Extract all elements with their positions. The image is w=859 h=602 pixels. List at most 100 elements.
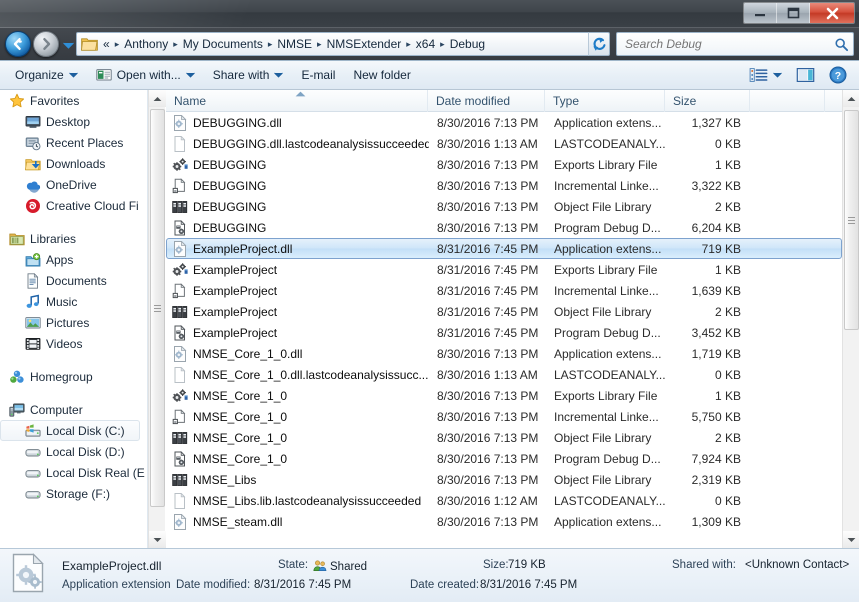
search-input[interactable] <box>617 37 829 51</box>
table-row[interactable]: DEBUGGING 8/30/2016 7:13 PM Object File Li… <box>166 196 842 217</box>
table-row[interactable]: NMSE_Core_1_0 8/30/2016 7:13 PM Program De… <box>166 448 842 469</box>
table-row[interactable]: NMSE_Core_1_0 8/30/2016 7:13 PM Object Fil… <box>166 427 842 448</box>
table-row[interactable]: DEBUGGING.dll.lastcodeanalysissucceeded 8… <box>166 133 842 154</box>
table-row[interactable]: NMSE_Core_1_0 8/30/2016 7:13 PM Incrementa… <box>166 406 842 427</box>
blank-file-icon <box>172 492 188 509</box>
table-row[interactable]: ExampleProject.dll 8/31/2016 7:45 PM Appli… <box>166 238 842 259</box>
filelist-scroll-up-button[interactable] <box>843 90 859 107</box>
cell-size: 1 KB <box>714 262 741 277</box>
forward-button[interactable] <box>33 31 59 57</box>
change-view-button[interactable] <box>744 63 787 87</box>
toolbar-share-with-button[interactable]: Share with <box>205 63 292 87</box>
table-row[interactable]: ExampleProject 8/31/2016 7:45 PM Program D… <box>166 322 842 343</box>
column-header-type[interactable]: Type <box>545 90 665 112</box>
sidebar-item-creative-cloud-fi[interactable]: Creative Cloud Fi <box>0 195 147 216</box>
table-row[interactable]: NMSE_Libs.lib.lastcodeanalysissucceeded 8… <box>166 490 842 511</box>
file-name-label: ExampleProject <box>193 283 278 298</box>
sidebar-item-downloads[interactable]: Downloads <box>0 153 147 174</box>
column-header-date-modified[interactable]: Date modified <box>428 90 545 112</box>
sidebar-group-homegroup[interactable]: Homegroup <box>0 366 147 387</box>
sidebar-item-onedrive[interactable]: OneDrive <box>0 174 147 195</box>
breadcrumb-item-[interactable]: « <box>100 33 113 55</box>
recent-pages-button[interactable] <box>62 40 74 50</box>
table-row[interactable]: NMSE_steam.dll 8/30/2016 7:13 PM Applicati… <box>166 511 842 532</box>
sidebar-item-music[interactable]: Music <box>0 291 147 312</box>
exports-library-icon <box>172 388 188 402</box>
toolbar-item-caret[interactable] <box>185 72 195 78</box>
address-bar[interactable]: «▸ Anthony ▸ My Documents ▸ NMSE ▸ NMSExtender ▸… <box>76 32 606 56</box>
sidebar-item-local-disk-real-e[interactable]: Local Disk Real (E <box>0 462 147 483</box>
sidebar-group-computer[interactable]: Computer <box>0 399 147 420</box>
table-row[interactable]: DEBUGGING 8/30/2016 7:13 PM Program Debug … <box>166 217 842 238</box>
chevron-down-icon <box>62 42 74 49</box>
documents-icon <box>25 272 41 289</box>
table-row[interactable]: DEBUGGING 8/30/2016 7:13 PM Incremental Li… <box>166 175 842 196</box>
table-row[interactable]: DEBUGGING 8/30/2016 7:13 PM Exports Librar… <box>166 154 842 175</box>
breadcrumb-item-x64[interactable]: x64 <box>413 33 438 55</box>
sidebar-item-desktop[interactable]: Desktop <box>0 111 147 132</box>
filelist-scroll-down-button[interactable] <box>843 531 859 548</box>
navpane-scrollbar[interactable] <box>148 90 166 548</box>
table-row[interactable]: ExampleProject 8/31/2016 7:45 PM Object Fi… <box>166 301 842 322</box>
close-button[interactable] <box>810 3 854 23</box>
sidebar-item-pictures[interactable]: Pictures <box>0 312 147 333</box>
sidebar-item-apps[interactable]: Apps <box>0 249 147 270</box>
apps-icon <box>25 252 41 268</box>
table-row[interactable]: NMSE_Core_1_0.dll 8/30/2016 7:13 PM Applic… <box>166 343 842 364</box>
breadcrumb-item-debug[interactable]: Debug <box>447 33 488 55</box>
sidebar-group-libraries[interactable]: Libraries <box>0 228 147 249</box>
navpane-scroll-down-button[interactable] <box>149 531 166 548</box>
breadcrumb-item-nmse[interactable]: NMSE <box>274 33 315 55</box>
filelist-scroll-thumb[interactable] <box>844 110 859 330</box>
table-row[interactable]: ExampleProject 8/31/2016 7:45 PM Exports L… <box>166 259 842 280</box>
toolbar-e-mail-button[interactable]: E-mail <box>293 63 343 87</box>
toolbar-item-caret[interactable] <box>68 72 78 78</box>
breadcrumb-item-anthony[interactable]: Anthony <box>121 33 171 55</box>
cell-date-modified: 8/30/2016 7:13 PM <box>437 115 539 130</box>
table-row[interactable]: ExampleProject 8/31/2016 7:45 PM Increment… <box>166 280 842 301</box>
cell-size: 1,309 KB <box>691 514 741 529</box>
table-row[interactable]: NMSE_Core_1_0 8/30/2016 7:13 PM Exports Li… <box>166 385 842 406</box>
breadcrumb-item-nmsextender[interactable]: NMSExtender <box>324 33 405 55</box>
toolbar-open-with-button[interactable]: Open with... <box>88 63 203 87</box>
table-row[interactable]: NMSE_Libs 8/30/2016 7:13 PM Object File Li… <box>166 469 842 490</box>
cell-name: NMSE_Core_1_0 <box>167 409 429 425</box>
help-icon <box>829 66 847 84</box>
shared-people-icon <box>313 559 327 573</box>
preview-pane-button[interactable] <box>789 63 822 87</box>
sidebar-item-videos[interactable]: Videos <box>0 333 147 354</box>
title-bar-glow <box>0 0 330 28</box>
navigation-pane: Favorites Desktop Recent Places Downloads On… <box>0 90 148 548</box>
breadcrumb-item-my-documents[interactable]: My Documents <box>180 33 266 55</box>
table-row[interactable]: NMSE_Core_1_0.dll.lastcodeanalysissucc..… <box>166 364 842 385</box>
sidebar-group-favorites[interactable]: Favorites <box>0 90 147 111</box>
help-button[interactable] <box>824 63 852 87</box>
computer-icon <box>9 403 25 417</box>
search-icon[interactable] <box>829 37 853 52</box>
search-box[interactable] <box>616 32 854 56</box>
view-dropdown-caret[interactable] <box>773 72 782 78</box>
column-header-name[interactable]: Name <box>166 90 428 112</box>
toolbar-organize-button[interactable]: Organize <box>7 63 86 87</box>
navpane-scroll-thumb[interactable] <box>150 109 165 507</box>
toolbar-new-folder-button[interactable]: New folder <box>345 63 418 87</box>
cell-size: 1 KB <box>714 388 741 403</box>
sidebar-item-storage-f[interactable]: Storage (F:) <box>0 483 147 504</box>
navpane-scroll-up-button[interactable] <box>149 90 166 107</box>
filelist-scrollbar[interactable] <box>842 90 859 548</box>
sidebar-item-documents[interactable]: Documents <box>0 270 147 291</box>
minimize-button[interactable] <box>744 3 777 23</box>
maximize-button[interactable] <box>777 3 810 23</box>
column-header-size[interactable]: Size <box>665 90 750 112</box>
sidebar-item-local-disk-c[interactable]: Local Disk (C:) <box>0 420 140 441</box>
toolbar-item-caret[interactable] <box>274 72 284 78</box>
sidebar-item-local-disk-d[interactable]: Local Disk (D:) <box>0 441 147 462</box>
sidebar-item-recent-places[interactable]: Recent Places <box>0 132 147 153</box>
file-name-label: DEBUGGING.dll.lastcodeanalysissucceeded <box>193 136 429 151</box>
onedrive-icon <box>26 181 41 193</box>
back-button[interactable] <box>5 31 31 57</box>
refresh-button[interactable] <box>588 32 610 56</box>
table-row[interactable]: DEBUGGING.dll 8/30/2016 7:13 PM Applicatio… <box>166 112 842 133</box>
column-header-blank[interactable] <box>750 90 825 112</box>
object-library-icon <box>172 200 188 213</box>
